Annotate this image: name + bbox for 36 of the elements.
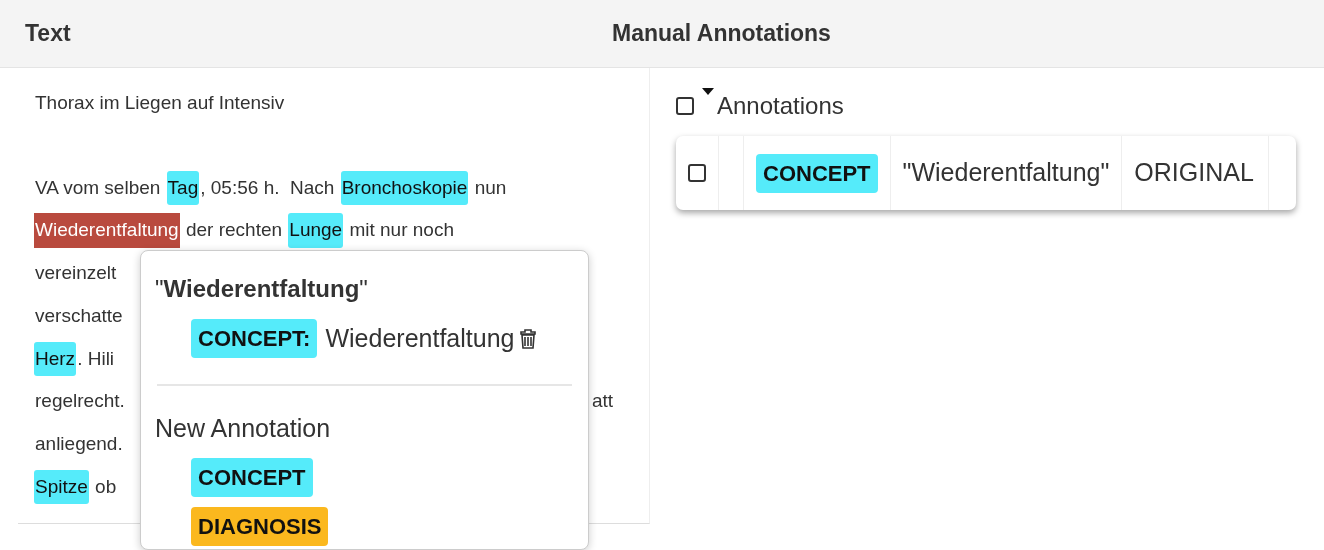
text-fragment: nun: [473, 175, 508, 200]
text-fragment: der rechten: [184, 218, 284, 243]
column-header: Text: [24, 19, 72, 49]
type-tag: CONCEPT: [756, 153, 878, 193]
text-fragment: , 05:56 h. Nach: [199, 175, 336, 200]
text-fragment: VA vom selben: [34, 175, 162, 200]
text-fragment: anliegend.: [34, 431, 124, 456]
annotated-term[interactable]: Lunge: [288, 213, 344, 248]
text-fragment: verschatte: [34, 303, 124, 328]
table-cell: "Wiederentfaltung": [890, 136, 1123, 210]
text-fragment: regelrecht.: [34, 389, 126, 414]
checkbox[interactable]: [688, 164, 706, 182]
annotated-term[interactable]: Bronchoskopie: [340, 170, 469, 206]
annotated-term[interactable]: Tag: [166, 170, 200, 206]
checkbox[interactable]: [676, 97, 694, 115]
section-label: New Annotation: [155, 413, 332, 444]
trash-icon[interactable]: [520, 328, 537, 349]
text-fragment: vereinzelt: [34, 261, 118, 286]
type-tag-button[interactable]: DIAGNOSIS: [191, 506, 329, 546]
annotated-term[interactable]: Wiederentfaltung: [34, 213, 180, 248]
text-fragment: Thorax im Liegen auf Intensiv: [34, 91, 286, 116]
popover-title: "Wiederentfaltung": [155, 274, 369, 304]
annotation-row[interactable]: CONCEPT "Wiederentfaltung" ORIGINAL: [676, 136, 1296, 210]
text-fragment: att: [590, 389, 614, 414]
text-fragment: . Hili: [76, 346, 116, 371]
table-cell: ORIGINAL: [1122, 136, 1269, 210]
annotated-term[interactable]: Herz: [34, 341, 77, 377]
type-tag-button[interactable]: CONCEPT: [191, 457, 313, 497]
caret-icon[interactable]: [702, 88, 714, 95]
text-fragment: ob: [94, 474, 118, 499]
text-fragment: mit nur noch: [348, 218, 455, 243]
annotation-value: Wiederentfaltung: [325, 322, 515, 354]
annotations-label: Annotations: [717, 91, 844, 121]
annotated-term[interactable]: Spitze: [34, 469, 89, 505]
column-header: Manual Annotations: [612, 19, 831, 49]
type-tag: CONCEPT:: [191, 319, 318, 358]
